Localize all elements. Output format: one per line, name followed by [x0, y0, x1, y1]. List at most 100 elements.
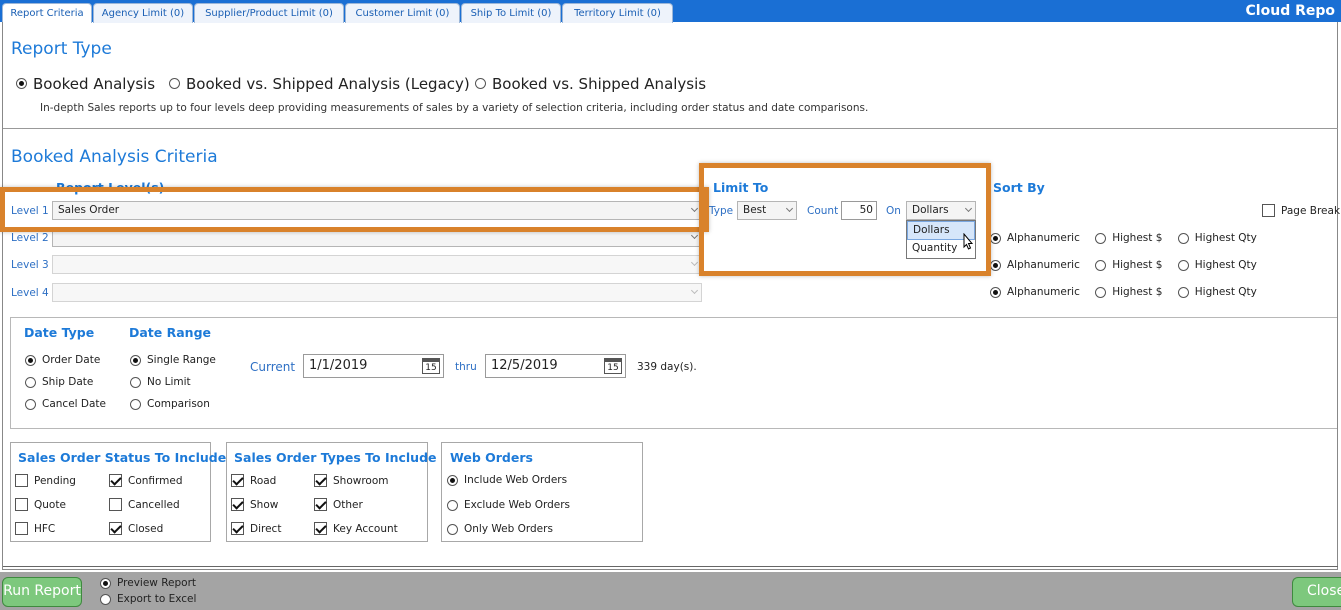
output-excel[interactable]: Export to Excel — [100, 593, 196, 605]
radio-icon[interactable] — [447, 523, 458, 535]
type-showroom[interactable]: Showroom — [314, 474, 389, 487]
date-from-input[interactable]: 1/1/2019 15 — [303, 354, 444, 378]
radio-icon[interactable] — [25, 354, 36, 366]
run-report-button[interactable]: Run Report — [2, 577, 82, 607]
radio-icon[interactable] — [447, 499, 458, 511]
radio-icon[interactable] — [1095, 259, 1107, 271]
output-preview[interactable]: Preview Report — [100, 577, 196, 589]
checkbox-icon[interactable] — [15, 522, 28, 535]
status-confirmed[interactable]: Confirmed — [109, 474, 183, 487]
report-type-booked-vs-shipped[interactable]: Booked vs. Shipped Analysis — [475, 74, 706, 93]
checkbox-icon[interactable] — [231, 522, 244, 535]
type-show[interactable]: Show — [231, 498, 278, 511]
checkbox-icon[interactable] — [231, 498, 244, 511]
web-include[interactable]: Include Web Orders — [447, 474, 567, 486]
app-title: Cloud Repo — [1245, 3, 1335, 19]
tab-agency-limit[interactable]: Agency Limit (0) — [93, 3, 193, 23]
chevron-down-icon — [690, 286, 699, 295]
report-type-booked[interactable]: Booked Analysis — [16, 74, 155, 93]
sort-row-level-2: Alphanumeric Highest $ Highest Qty — [990, 232, 1257, 244]
radio-icon[interactable] — [1177, 286, 1189, 298]
type-road[interactable]: Road — [231, 474, 276, 487]
calendar-icon[interactable]: 15 — [422, 358, 440, 374]
radio-icon[interactable] — [1095, 286, 1107, 298]
status-pending[interactable]: Pending — [15, 474, 76, 487]
report-type-heading: Report Type — [11, 39, 112, 59]
chevron-down-icon — [690, 231, 699, 240]
checkbox-icon[interactable] — [109, 522, 122, 535]
radio-icon[interactable] — [16, 78, 27, 89]
date-range-comparison[interactable]: Comparison — [130, 398, 210, 410]
status-hfc[interactable]: HFC — [15, 522, 55, 535]
chevron-down-icon — [690, 258, 699, 267]
date-type-order[interactable]: Order Date — [25, 354, 100, 366]
report-type-description: In-depth Sales reports up to four levels… — [40, 102, 869, 114]
type-direct[interactable]: Direct — [231, 522, 281, 535]
checkbox-icon[interactable] — [109, 498, 122, 511]
highlight-level-1 — [0, 187, 709, 232]
calendar-icon[interactable]: 15 — [604, 358, 622, 374]
thru-label: thru — [455, 361, 477, 373]
radio-icon[interactable] — [1095, 232, 1107, 244]
radio-icon[interactable] — [1177, 259, 1189, 271]
date-to-input[interactable]: 12/5/2019 15 — [485, 354, 626, 378]
checkbox-icon[interactable] — [15, 474, 28, 487]
sort-row-level-3: Alphanumeric Highest $ Highest Qty — [990, 259, 1257, 271]
radio-icon[interactable] — [100, 593, 111, 605]
tab-customer-limit[interactable]: Customer Limit (0) — [345, 3, 460, 23]
footer-divider — [3, 566, 1338, 567]
web-only[interactable]: Only Web Orders — [447, 523, 553, 535]
current-label: Current — [250, 360, 296, 374]
radio-icon[interactable] — [25, 398, 36, 410]
checkbox-icon[interactable] — [1262, 204, 1275, 217]
date-type-cancel[interactable]: Cancel Date — [25, 398, 106, 410]
types-heading: Sales Order Types To Include — [234, 450, 437, 465]
level-3-label: Level 3 — [11, 259, 49, 271]
checkbox-icon[interactable] — [109, 474, 122, 487]
status-closed[interactable]: Closed — [109, 522, 163, 535]
type-other[interactable]: Other — [314, 498, 363, 511]
status-heading: Sales Order Status To Include — [18, 450, 227, 465]
checkbox-icon[interactable] — [15, 498, 28, 511]
radio-icon[interactable] — [990, 259, 1001, 271]
radio-icon[interactable] — [25, 376, 36, 388]
tab-report-criteria[interactable]: Report Criteria — [2, 3, 92, 23]
date-type-ship[interactable]: Ship Date — [25, 376, 93, 388]
radio-icon[interactable] — [130, 354, 141, 366]
radio-icon[interactable] — [990, 286, 1001, 298]
days-count: 339 day(s). — [637, 361, 697, 373]
radio-icon[interactable] — [130, 376, 141, 388]
checkbox-icon[interactable] — [314, 522, 327, 535]
close-button[interactable]: Close — [1292, 577, 1341, 607]
date-range-no-limit[interactable]: No Limit — [130, 376, 191, 388]
report-type-booked-vs-shipped-legacy[interactable]: Booked vs. Shipped Analysis (Legacy) — [169, 74, 470, 93]
tab-ship-to-limit[interactable]: Ship To Limit (0) — [461, 3, 561, 23]
status-cancelled[interactable]: Cancelled — [109, 498, 180, 511]
status-quote[interactable]: Quote — [15, 498, 66, 511]
checkbox-icon[interactable] — [231, 474, 244, 487]
checkbox-icon[interactable] — [314, 474, 327, 487]
level-4-select[interactable] — [52, 283, 702, 302]
radio-icon[interactable] — [169, 78, 180, 89]
tab-supplier-product-limit[interactable]: Supplier/Product Limit (0) — [194, 3, 344, 23]
radio-icon[interactable] — [990, 232, 1001, 244]
radio-icon[interactable] — [130, 398, 141, 410]
footer-bar — [0, 572, 1341, 610]
tab-territory-limit[interactable]: Territory Limit (0) — [562, 3, 673, 23]
checkbox-icon[interactable] — [314, 498, 327, 511]
level-3-select[interactable] — [52, 255, 702, 274]
radio-icon[interactable] — [100, 577, 111, 589]
page-break-option[interactable]: Page Break — [1262, 204, 1340, 217]
date-range-single[interactable]: Single Range — [130, 354, 216, 366]
web-exclude[interactable]: Exclude Web Orders — [447, 499, 570, 511]
divider — [3, 128, 1338, 129]
radio-icon[interactable] — [475, 78, 486, 89]
radio-icon[interactable] — [447, 474, 458, 486]
type-key-account[interactable]: Key Account — [314, 522, 398, 535]
radio-icon[interactable] — [1177, 232, 1189, 244]
highlight-limit-to — [699, 163, 991, 276]
level-2-label: Level 2 — [11, 232, 49, 244]
level-4-label: Level 4 — [11, 287, 49, 299]
sort-row-level-4: Alphanumeric Highest $ Highest Qty — [990, 286, 1257, 298]
date-range-heading: Date Range — [129, 325, 212, 340]
